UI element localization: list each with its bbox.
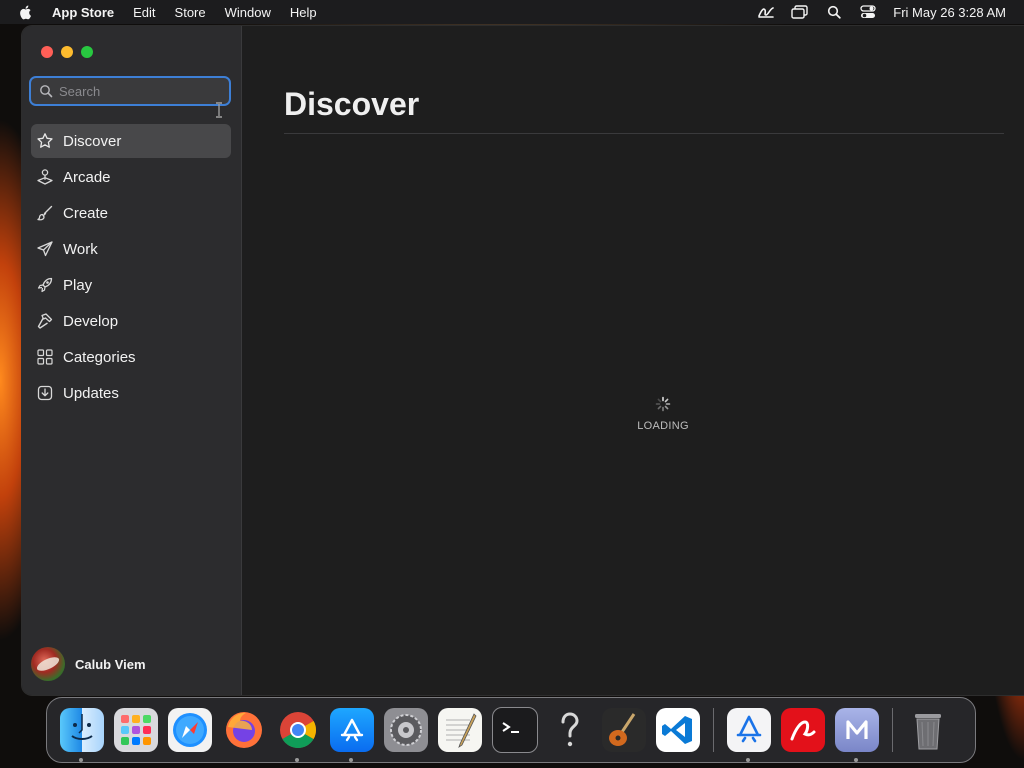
sidebar: Discover Arcade Create Work: [22, 26, 242, 695]
hammer-icon: [36, 312, 54, 330]
sidebar-item-create[interactable]: Create: [31, 196, 231, 230]
sidebar-nav: Discover Arcade Create Work Play Develop…: [31, 124, 231, 412]
terminal-icon[interactable]: [492, 707, 538, 753]
joystick-icon: [36, 168, 54, 186]
dock: [46, 697, 976, 763]
sidebar-item-label: Discover: [63, 132, 122, 150]
finder-icon[interactable]: [60, 708, 104, 762]
chrome-icon[interactable]: [276, 708, 320, 762]
xcode-instruments-icon[interactable]: [727, 708, 771, 762]
page-title: Discover: [284, 86, 420, 122]
loading-spinner-icon: [655, 396, 671, 412]
menu-window[interactable]: Window: [225, 5, 271, 20]
trash-icon[interactable]: [906, 708, 950, 752]
sidebar-item-play[interactable]: Play: [31, 268, 231, 302]
dock-separator: [713, 708, 714, 752]
app-store-icon[interactable]: [330, 708, 374, 762]
spotlight-search-icon[interactable]: [825, 4, 843, 20]
menu-help[interactable]: Help: [290, 5, 317, 20]
search-icon: [40, 85, 53, 98]
sidebar-item-discover[interactable]: Discover: [31, 124, 231, 158]
control-center-icon[interactable]: [859, 4, 877, 20]
running-indicator: [295, 758, 299, 762]
app-store-window: Discover Arcade Create Work: [22, 26, 1024, 695]
loading-label: LOADING: [637, 420, 689, 432]
m-app-icon[interactable]: [835, 708, 879, 762]
scribble-icon[interactable]: [757, 4, 775, 20]
main-content: Discover LOADING: [242, 26, 1024, 695]
safari-icon[interactable]: [168, 708, 212, 752]
account-name: Calub Viem: [75, 656, 146, 672]
garageband-icon[interactable]: [602, 708, 646, 752]
grid-icon: [36, 348, 54, 366]
star-icon: [36, 132, 54, 150]
avira-icon[interactable]: [781, 708, 825, 752]
running-indicator: [746, 758, 750, 762]
sidebar-item-label: Work: [63, 240, 98, 258]
menubar-clock[interactable]: Fri May 26 3:28 AM: [893, 5, 1006, 20]
sidebar-item-develop[interactable]: Develop: [31, 304, 231, 338]
menu-store[interactable]: Store: [175, 5, 206, 20]
screen-mirror-icon[interactable]: [791, 4, 809, 20]
sidebar-item-categories[interactable]: Categories: [31, 340, 231, 374]
paper-plane-icon: [36, 240, 54, 258]
launchpad-icon[interactable]: [114, 708, 158, 752]
sidebar-item-label: Play: [63, 276, 93, 294]
zoom-window-button[interactable]: [81, 46, 93, 58]
search-field[interactable]: [29, 76, 231, 106]
text-cursor-icon: [216, 102, 222, 118]
account-button[interactable]: Calub Viem: [31, 647, 146, 681]
close-window-button[interactable]: [41, 46, 53, 58]
rocket-icon: [36, 276, 54, 294]
vscode-icon[interactable]: [656, 708, 700, 752]
loading-indicator: LOADING: [599, 396, 727, 432]
sidebar-item-label: Categories: [63, 348, 136, 366]
menu-edit[interactable]: Edit: [133, 5, 155, 20]
menubar-status-area: Fri May 26 3:28 AM: [757, 4, 1024, 20]
sidebar-item-label: Arcade: [63, 168, 111, 186]
menu-bar: App Store Edit Store Window Help Fri May…: [0, 0, 1024, 24]
apple-menu-icon[interactable]: [18, 4, 34, 20]
sidebar-item-work[interactable]: Work: [31, 232, 231, 266]
download-icon: [36, 384, 54, 402]
sidebar-item-label: Updates: [63, 384, 119, 402]
system-settings-icon[interactable]: [384, 708, 428, 752]
sidebar-item-label: Develop: [63, 312, 119, 330]
sidebar-item-label: Create: [63, 204, 109, 222]
dock-separator: [892, 708, 893, 752]
running-indicator: [854, 758, 858, 762]
minimize-window-button[interactable]: [61, 46, 73, 58]
brush-icon: [36, 204, 54, 222]
sidebar-item-updates[interactable]: Updates: [31, 376, 231, 410]
avatar: [31, 647, 65, 681]
menu-app-name[interactable]: App Store: [52, 5, 114, 20]
sidebar-item-arcade[interactable]: Arcade: [31, 160, 231, 194]
help-icon[interactable]: [548, 708, 592, 752]
window-controls: [41, 46, 93, 58]
firefox-icon[interactable]: [222, 708, 266, 752]
running-indicator: [79, 758, 83, 762]
running-indicator: [349, 758, 353, 762]
title-divider: [284, 133, 1004, 134]
textedit-icon[interactable]: [438, 708, 482, 752]
search-input[interactable]: [59, 83, 209, 99]
